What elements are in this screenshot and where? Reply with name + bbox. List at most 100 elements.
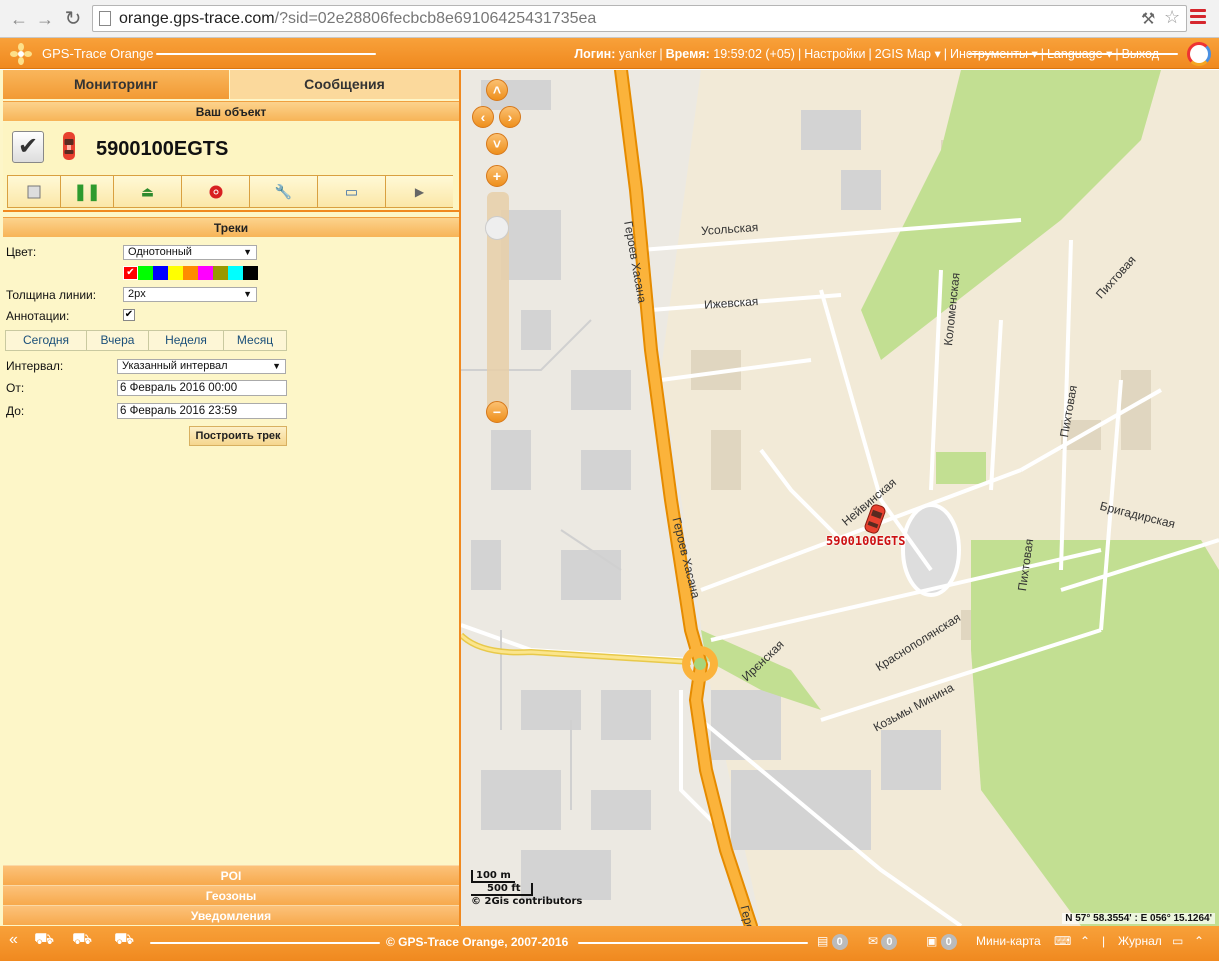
- color-swatch[interactable]: [198, 266, 213, 280]
- follow-button[interactable]: ⏏: [114, 176, 182, 207]
- object-card: ✔ 5900100EGTS ❚❚ ⏏ 🔧 ▭ ▶: [3, 122, 459, 212]
- login-value: yanker: [618, 47, 657, 61]
- cursor-coordinates: N 57° 58.3554' : E 056° 15.1264': [1062, 913, 1215, 924]
- header-divider: [156, 53, 376, 55]
- time-label: Время:: [665, 47, 710, 61]
- truck-icon[interactable]: ⛟: [34, 930, 54, 950]
- chat-icon: ✉: [868, 934, 879, 948]
- object-section-title[interactable]: Ваш объект: [3, 101, 459, 121]
- image-icon: ▣: [926, 934, 938, 948]
- line-width-select[interactable]: 2px ▼: [123, 287, 257, 302]
- messages-counter[interactable]: ▤ 0: [817, 934, 848, 950]
- wrench-icon: 🔧: [274, 183, 293, 199]
- browser-menu-icon[interactable]: [1190, 9, 1206, 25]
- color-swatch-selected[interactable]: ✔: [123, 266, 138, 280]
- period-selector: Сегодня Вчера Неделя Месяц: [5, 330, 287, 351]
- pan-left-icon[interactable]: ‹: [472, 106, 494, 128]
- app-title: GPS-Trace Orange: [42, 46, 154, 61]
- tracks-section-title[interactable]: Треки: [3, 217, 459, 237]
- from-label: От:: [6, 381, 25, 395]
- journal-expand-icon[interactable]: ⌃: [1194, 934, 1204, 948]
- block-button[interactable]: [182, 176, 250, 207]
- forward-icon[interactable]: →: [34, 8, 56, 30]
- time-value: 19:59:02 (+05): [713, 47, 795, 61]
- object-checkbox[interactable]: ✔: [12, 131, 44, 163]
- reload-icon[interactable]: ↻: [62, 8, 84, 30]
- accordion-poi[interactable]: POI: [3, 865, 459, 885]
- header-divider: [968, 53, 1178, 55]
- to-date-input[interactable]: 6 Февраль 2016 23:59: [117, 403, 287, 419]
- period-week[interactable]: Неделя: [149, 331, 224, 350]
- images-counter[interactable]: ▣ 0: [926, 934, 957, 950]
- object-toolbar: ❚❚ ⏏ 🔧 ▭ ▶: [7, 175, 453, 208]
- period-today[interactable]: Сегодня: [6, 331, 87, 350]
- scale-imperial: 500 ft: [471, 883, 533, 896]
- tools-button[interactable]: 🔧: [250, 176, 318, 207]
- interval-select[interactable]: Указанный интервал ▼: [117, 359, 286, 374]
- globe-icon[interactable]: [1187, 42, 1211, 66]
- map-view[interactable]: Героев Хасана Героев Хасана Усольская Иж…: [461, 70, 1219, 926]
- scale-metric: 100 m: [471, 870, 515, 883]
- book-icon: ▭: [344, 183, 359, 199]
- accordion-geozones[interactable]: Геозоны: [3, 885, 459, 905]
- truck-list-icon[interactable]: ⛟: [114, 930, 134, 950]
- expand-up-icon[interactable]: ⌃: [1080, 934, 1090, 948]
- events-counter[interactable]: ✉ 0: [868, 934, 898, 950]
- line-width-label: Толщина линии:: [6, 288, 97, 302]
- keyboard-icon[interactable]: ⌨: [1054, 934, 1071, 948]
- color-swatch[interactable]: [243, 266, 258, 280]
- bookmark-star-icon[interactable]: ☆: [1164, 7, 1180, 28]
- build-track-button[interactable]: Построить трек: [189, 426, 287, 446]
- color-swatch[interactable]: [228, 266, 243, 280]
- color-swatch[interactable]: [168, 266, 183, 280]
- tab-monitoring[interactable]: Мониторинг: [3, 70, 229, 99]
- truck-name-icon[interactable]: ⛟: [72, 930, 92, 950]
- minimap-link[interactable]: Мини-карта: [976, 934, 1041, 948]
- annotations-label: Аннотации:: [6, 309, 70, 323]
- color-mode-select[interactable]: Однотонный ▼: [123, 245, 257, 260]
- interval-label: Интервал:: [6, 359, 64, 373]
- play-button[interactable]: ▶: [386, 176, 453, 207]
- from-date-input[interactable]: 6 Февраль 2016 00:00: [117, 380, 287, 396]
- color-swatch[interactable]: [153, 266, 168, 280]
- journal-link[interactable]: Журнал: [1118, 934, 1162, 948]
- period-month[interactable]: Месяц: [224, 331, 286, 350]
- stop-button[interactable]: [8, 176, 61, 207]
- zoom-slider-handle[interactable]: [485, 216, 509, 240]
- car-icon: [63, 132, 75, 160]
- left-panel: Мониторинг Сообщения Ваш объект ✔ 590010…: [0, 70, 461, 926]
- color-swatch[interactable]: [213, 266, 228, 280]
- color-swatch[interactable]: [138, 266, 153, 280]
- extension-icon[interactable]: ⚒: [1141, 9, 1155, 29]
- zoom-out-icon[interactable]: −: [486, 401, 508, 423]
- zoom-in-icon[interactable]: +: [486, 165, 508, 187]
- app-header: GPS-Trace Orange Логин: yanker | Время: 19…: [0, 38, 1219, 69]
- square-icon: [27, 185, 41, 198]
- annotations-checkbox[interactable]: ✔: [123, 309, 135, 321]
- settings-link[interactable]: Настройки: [804, 47, 865, 61]
- url-host: orange.gps-trace.com: [119, 10, 275, 27]
- app-footer: « ⛟ ⛟ ⛟ © GPS-Trace Orange, 2007-2016 ▤ …: [0, 926, 1219, 961]
- pause-button[interactable]: ❚❚: [61, 176, 114, 207]
- footer-divider: [150, 942, 380, 944]
- page-icon: [99, 11, 111, 26]
- map-scale: 100 m 500 ft © 2Gis contributors: [471, 870, 582, 907]
- pan-up-icon[interactable]: ˄: [486, 79, 508, 101]
- panel-tabs: Мониторинг Сообщения: [3, 70, 459, 99]
- pause-icon: ❚❚: [73, 183, 101, 201]
- period-yesterday[interactable]: Вчера: [87, 331, 149, 350]
- journal-icon[interactable]: ▭: [1172, 934, 1183, 948]
- info-button[interactable]: ▭: [318, 176, 386, 207]
- map-attribution: © 2Gis contributors: [471, 896, 583, 907]
- map-select-link[interactable]: 2GIS Map ▾: [875, 47, 941, 61]
- color-swatch[interactable]: [183, 266, 198, 280]
- address-bar[interactable]: orange.gps-trace.com/?sid=02e28806fecbcb…: [92, 5, 1187, 32]
- collapse-icon[interactable]: «: [9, 931, 18, 949]
- tab-messages[interactable]: Сообщения: [230, 70, 459, 99]
- footer-separator: |: [1102, 934, 1106, 948]
- back-icon[interactable]: ←: [8, 8, 30, 30]
- pan-down-icon[interactable]: ˅: [486, 133, 508, 155]
- object-map-label[interactable]: 5900100EGTS: [826, 534, 905, 548]
- accordion-notifications[interactable]: Уведомления: [3, 905, 459, 925]
- pan-right-icon[interactable]: ›: [499, 106, 521, 128]
